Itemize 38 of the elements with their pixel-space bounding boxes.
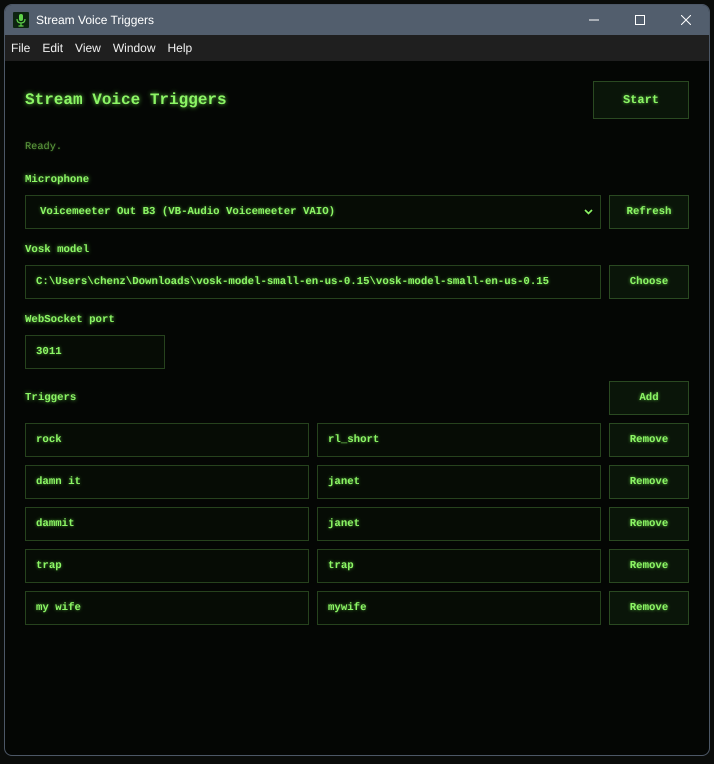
start-button[interactable]: Start [593,81,689,119]
status-text: Ready. [25,140,62,154]
choose-button[interactable]: Choose [609,265,689,299]
remove-button[interactable]: Remove [609,465,689,499]
remove-button[interactable]: Remove [609,549,689,583]
text-field[interactable]: mywife [317,591,601,625]
menu-item[interactable]: Window [106,38,162,58]
app-heading: Stream Voice Triggers [25,91,227,109]
refresh-button[interactable]: Refresh [609,195,689,229]
text-field[interactable]: trap [317,549,601,583]
text-field[interactable]: rock [25,423,309,457]
microphone-dropdown[interactable]: Voicemeeter Out B3 (VB-Audio Voicemeeter VAIO) [25,195,601,229]
menu-item[interactable]: File [5,38,36,58]
close-icon [681,15,691,25]
menu-item[interactable]: Edit [36,38,70,58]
chevron-down-icon [584,209,593,215]
menu-item[interactable]: Help [162,38,198,58]
remove-button[interactable]: Remove [609,507,689,541]
text-field[interactable]: dammit [25,507,309,541]
section-label: Triggers [25,391,76,405]
field-label: Vosk model [25,243,90,257]
remove-button[interactable]: Remove [609,423,689,457]
text-field[interactable]: trap [25,549,309,583]
add-button[interactable]: Add [609,381,689,415]
window-title: Stream Voice Triggers [36,13,154,27]
text-field[interactable]: rl_short [317,423,601,457]
text-field[interactable]: C:\Users\chenz\Downloads\vosk-model-small-en-us-0.15\vosk-model-small-en-us-0.15 [25,265,601,299]
text-field[interactable]: janet [317,465,601,499]
field-label: WebSocket port [25,313,115,327]
remove-button[interactable]: Remove [609,591,689,625]
text-field[interactable]: damn it [25,465,309,499]
text-field[interactable]: 3011 [25,335,165,369]
maximize-icon [635,15,645,25]
field-label: Microphone [25,173,90,187]
menu-item[interactable]: View [69,38,107,58]
text-field[interactable]: janet [317,507,601,541]
text-field[interactable]: my wife [25,591,309,625]
microphone-icon [13,12,29,28]
